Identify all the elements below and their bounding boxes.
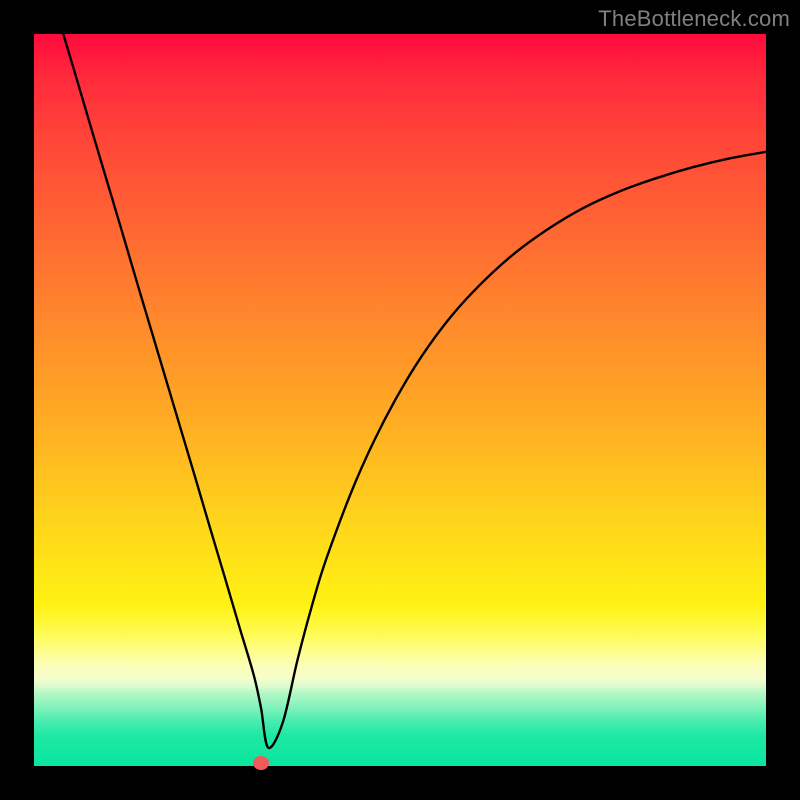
bottleneck-curve: [34, 34, 766, 766]
chart-frame: TheBottleneck.com: [0, 0, 800, 800]
minimum-marker: [253, 756, 269, 770]
plot-area: [34, 34, 766, 766]
watermark-text: TheBottleneck.com: [598, 6, 790, 32]
